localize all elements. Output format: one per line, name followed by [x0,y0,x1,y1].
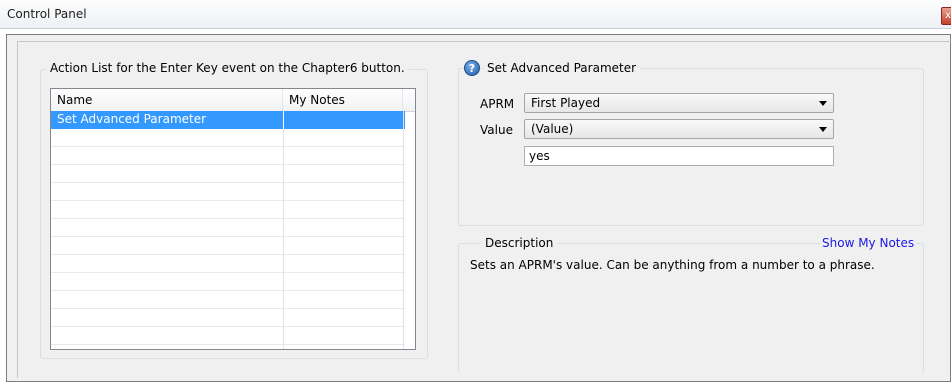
table-row [51,327,405,345]
show-my-notes-link[interactable]: Show My Notes [820,236,917,250]
aprm-dropdown[interactable]: First Played [524,93,834,113]
table-row [51,237,405,255]
table-row [51,201,405,219]
table-row [51,291,405,309]
table-row [51,183,405,201]
description-title: Description [481,236,558,250]
table-row [51,147,405,165]
column-header-my-notes[interactable]: My Notes [283,89,403,111]
row-name-cell: Set Advanced Parameter [57,112,207,126]
table-row [51,219,405,237]
column-divider [403,111,404,349]
window-title: Control Panel [7,7,87,21]
title-bar: Control Panel x [0,0,951,29]
aprm-dropdown-value: First Played [531,96,601,110]
column-header-name[interactable]: Name [51,89,283,111]
value-text-input[interactable]: yes [524,146,834,166]
value-dropdown-value: (Value) [531,122,574,136]
table-row [51,309,405,327]
table-row [51,255,405,273]
table-row [51,129,405,147]
parameter-group-title: Set Advanced Parameter [483,61,641,75]
value-dropdown[interactable]: (Value) [524,119,834,139]
action-list-group-title: Action List for the Enter Key event on t… [46,61,409,75]
description-text: Sets an APRM's value. Can be anything fr… [470,258,875,272]
column-divider [283,129,284,349]
help-icon[interactable]: ? [464,60,480,76]
close-icon[interactable]: x [941,7,951,25]
chevron-down-icon [819,127,827,132]
chevron-down-icon [819,101,827,106]
aprm-label: APRM [480,97,515,111]
value-label: Value [480,123,513,137]
table-row [51,165,405,183]
action-list[interactable]: Name My Notes Set Advanced Parameter [50,88,416,350]
row-notes-cell [283,111,403,129]
table-row [51,273,405,291]
table-row[interactable]: Set Advanced Parameter [51,111,405,129]
action-list-header: Name My Notes [51,89,415,112]
